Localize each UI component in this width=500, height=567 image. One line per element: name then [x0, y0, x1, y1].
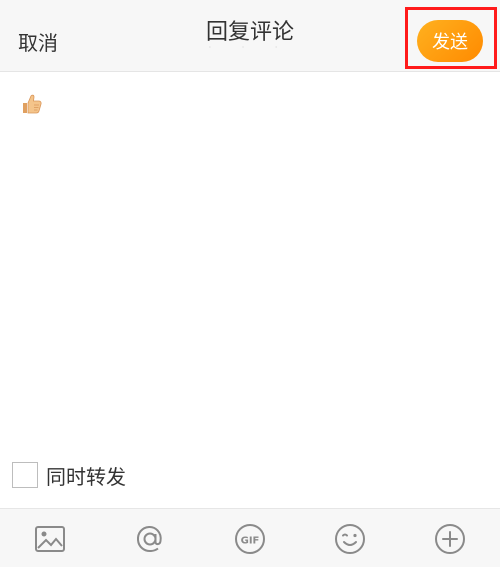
repost-option: 同时转发	[12, 460, 126, 490]
gif-icon: GIF	[235, 524, 265, 554]
send-button[interactable]: 发送	[417, 20, 483, 62]
repost-label: 同时转发	[46, 464, 126, 489]
image-button[interactable]	[33, 522, 67, 556]
at-mention-icon	[136, 525, 162, 553]
emoji-face-icon	[335, 524, 365, 554]
top-bar: 取消 回复评论 · · · 发送	[0, 0, 500, 72]
emoji-button[interactable]	[333, 522, 367, 556]
mention-button[interactable]	[133, 522, 167, 556]
more-button[interactable]	[433, 522, 467, 556]
comment-input-area[interactable]	[0, 72, 500, 448]
bottom-toolbar: GIF	[0, 508, 500, 567]
thumbs-up-emoji-icon	[23, 94, 42, 114]
image-icon	[35, 526, 65, 552]
plus-circle-icon	[435, 524, 465, 554]
gif-icon-text: GIF	[241, 536, 260, 547]
repost-checkbox[interactable]	[12, 462, 38, 488]
gif-button[interactable]: GIF	[233, 522, 267, 556]
